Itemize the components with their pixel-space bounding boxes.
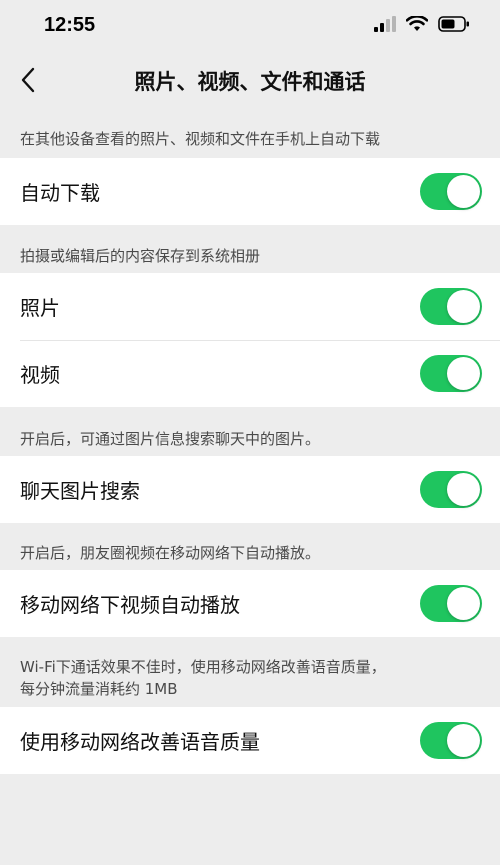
voice-quality-toggle[interactable] xyxy=(420,722,482,759)
mobile-video-autoplay-toggle[interactable] xyxy=(420,585,482,622)
section-caption: 开启后，朋友圈视频在移动网络下自动播放。 xyxy=(20,544,321,562)
section-caption: Wi-Fi下通话效果不佳时，使用移动网络改善语音质量， 每分钟流量消耗约 1MB xyxy=(20,656,486,700)
status-icons xyxy=(374,16,470,32)
toggle-knob xyxy=(447,473,480,506)
toggle-knob xyxy=(447,290,480,323)
setting-row-auto-download: 自动下载 xyxy=(0,158,500,225)
setting-label: 自动下载 xyxy=(20,181,100,205)
toggle-knob xyxy=(447,357,480,390)
setting-label: 视频 xyxy=(20,363,60,387)
videos-toggle[interactable] xyxy=(420,355,482,392)
toggle-knob xyxy=(447,587,480,620)
status-time: 12:55 xyxy=(44,14,96,36)
setting-row-voice-quality: 使用移动网络改善语音质量 xyxy=(0,707,500,774)
settings-group-auto-download: 自动下载 xyxy=(0,158,500,225)
section-caption-line: Wi-Fi下通话效果不佳时，使用移动网络改善语音质量， xyxy=(20,658,386,676)
toggle-knob xyxy=(447,724,480,757)
settings-group-video-autoplay: 移动网络下视频自动播放 xyxy=(0,570,500,637)
page-title: 照片、视频、文件和通话 xyxy=(134,70,366,94)
setting-row-mobile-video-autoplay: 移动网络下视频自动播放 xyxy=(0,570,500,637)
section-caption: 拍摄或编辑后的内容保存到系统相册 xyxy=(20,247,261,265)
setting-label: 照片 xyxy=(20,296,60,320)
nav-bar: 照片、视频、文件和通话 xyxy=(0,54,500,108)
settings-group-save-to-album: 照片 视频 xyxy=(0,273,500,407)
battery-icon xyxy=(438,16,469,32)
settings-group-image-search: 聊天图片搜索 xyxy=(0,456,500,523)
chat-image-search-toggle[interactable] xyxy=(420,471,482,508)
status-bar: 12:55 xyxy=(0,0,500,54)
setting-row-photos: 照片 xyxy=(0,273,500,340)
photos-toggle[interactable] xyxy=(420,288,482,325)
setting-row-videos: 视频 xyxy=(0,340,500,407)
setting-label: 使用移动网络改善语音质量 xyxy=(20,730,260,754)
section-caption: 开启后，可通过图片信息搜索聊天中的图片。 xyxy=(20,430,321,448)
wifi-icon xyxy=(406,16,428,31)
setting-label: 聊天图片搜索 xyxy=(20,479,140,503)
settings-group-voice-quality: 使用移动网络改善语音质量 xyxy=(0,707,500,774)
setting-label: 移动网络下视频自动播放 xyxy=(20,593,240,617)
section-caption: 在其他设备查看的照片、视频和文件在手机上自动下载 xyxy=(20,130,381,148)
setting-row-chat-image-search: 聊天图片搜索 xyxy=(0,456,500,523)
cellular-signal-icon xyxy=(374,16,396,32)
section-caption-line: 每分钟流量消耗约 1MB xyxy=(20,680,178,698)
auto-download-toggle[interactable] xyxy=(420,173,482,210)
toggle-knob xyxy=(447,175,480,208)
